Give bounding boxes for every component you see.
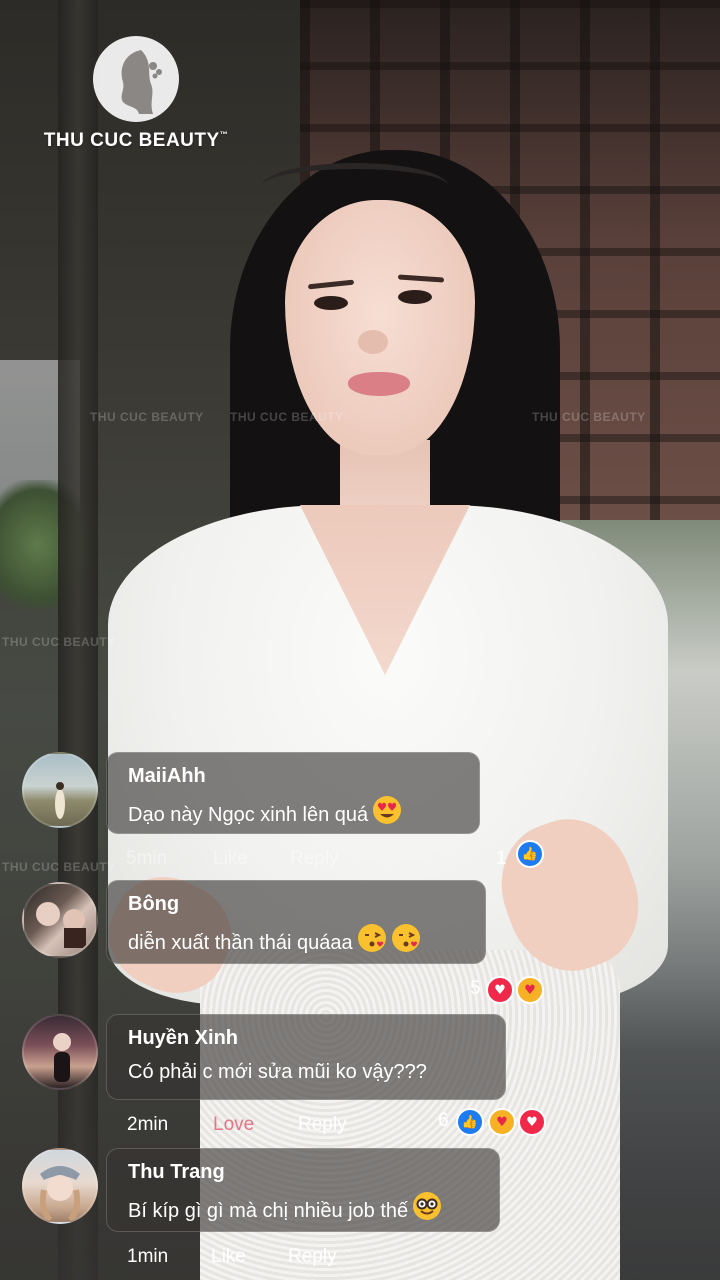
watermark: THU CUC BEAUTY [2, 860, 116, 874]
avatar-image [39, 1166, 81, 1222]
trademark-symbol: ™ [219, 130, 229, 139]
logo-wordmark: THU CUC BEAUTY™ [36, 130, 236, 152]
logo-graphic [121, 50, 162, 114]
avatar-image [36, 902, 86, 948]
reply-button[interactable]: Reply [298, 1114, 347, 1136]
comment-time: 1min [127, 1246, 169, 1267]
kiss-emoji-icon [391, 923, 421, 962]
like-reaction-icon: 👍 [456, 1108, 484, 1136]
watermark: THU CUC BEAUTY [230, 410, 344, 424]
comment-author[interactable]: Bông [128, 891, 465, 917]
comment-author[interactable]: Thu Trang [128, 1159, 479, 1185]
comment-author[interactable]: Huyền Xinh [128, 1025, 485, 1051]
kiss-emoji-icon [357, 923, 387, 962]
comment-bubble: Huyền Xinh Có phải c mới sửa mũi ko vậy?… [106, 1014, 506, 1100]
reply-button[interactable]: Reply [290, 848, 339, 870]
care-reaction-icon: ♥ [488, 1108, 516, 1136]
person-nose [358, 330, 388, 354]
reaction-count: 1 [496, 848, 507, 869]
avatar[interactable] [22, 752, 98, 828]
comment-text-content: diễn xuất thần thái quáaa [128, 932, 353, 954]
avatar[interactable] [22, 882, 98, 958]
comment-text: diễn xuất thần thái quáaa [128, 923, 465, 962]
heart-eyes-emoji-icon [372, 795, 402, 834]
like-button[interactable]: Like [211, 1246, 246, 1268]
love-reaction-icon: ♥ [486, 976, 514, 1004]
watermark: THU CUC BEAUTY [2, 635, 116, 649]
comment-bubble: Bông diễn xuất thần thái quáaa [106, 880, 486, 964]
watermark: THU CUC BEAUTY [90, 410, 204, 424]
nerd-face-emoji-icon [412, 1191, 442, 1230]
care-reaction-icon: ♥ [516, 976, 544, 1004]
reaction-count: 5 [470, 978, 481, 999]
like-reaction-icon: 👍 [516, 840, 544, 868]
avatar-image [53, 1033, 71, 1082]
avatar[interactable] [22, 1014, 98, 1090]
avatar-image [55, 782, 65, 819]
reaction-summary[interactable]: 6 👍 ♥ ♥ [438, 1108, 558, 1138]
brand-logo: THU CUC BEAUTY™ [36, 36, 236, 152]
love-button[interactable]: Love [213, 1114, 254, 1136]
comment-text: Bí kíp gì gì mà chị nhiều job thế [128, 1191, 479, 1230]
person-right-eye [398, 290, 432, 304]
person-lips [348, 372, 410, 396]
love-reaction-icon: ♥ [518, 1108, 546, 1136]
comment-author[interactable]: MaiiAhh [128, 763, 459, 789]
reply-button[interactable]: Reply [288, 1246, 337, 1268]
avatar[interactable] [22, 1148, 98, 1224]
comment-time: 2min [127, 1114, 169, 1135]
comment-text-content: Dạo này Ngọc xinh lên quá [128, 804, 369, 826]
comment-bubble: MaiiAhh Dạo này Ngọc xinh lên quá [106, 752, 480, 834]
comment-time: 5min [126, 848, 168, 869]
person-left-eye [314, 296, 348, 310]
comment-text: Dạo này Ngọc xinh lên quá [128, 795, 459, 834]
comment-bubble: Thu Trang Bí kíp gì gì mà chị nhiều job … [106, 1148, 500, 1232]
face-silhouette-icon [93, 36, 179, 122]
logo-text: THU CUC BEAUTY [43, 130, 220, 151]
comment-text: Có phải c mới sửa mũi ko vậy??? [128, 1061, 427, 1083]
reaction-summary[interactable]: 5 ♥ ♥ [470, 976, 560, 1006]
watermark: THU CUC BEAUTY [532, 410, 646, 424]
reaction-count: 6 [438, 1110, 449, 1131]
like-button[interactable]: Like [213, 848, 248, 870]
reaction-summary[interactable]: 1 👍 [496, 840, 556, 870]
comment-text-content: Bí kíp gì gì mà chị nhiều job thế [128, 1200, 409, 1222]
